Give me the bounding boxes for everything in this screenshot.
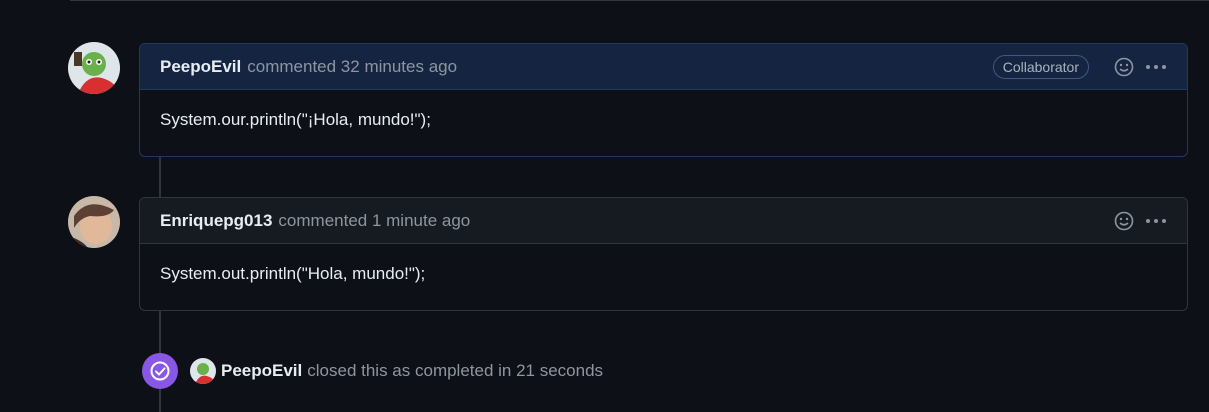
reaction-smiley-icon[interactable]: [1113, 210, 1135, 232]
top-divider: [70, 0, 1209, 1]
comment-author[interactable]: Enriquepg013: [160, 211, 272, 231]
timeline-line: [159, 311, 161, 353]
comment-card: PeepoEvil commented 32 minutes ago Colla…: [139, 43, 1188, 157]
avatar-enriquepg013[interactable]: [68, 196, 120, 248]
closed-check-circle-icon: [142, 353, 178, 389]
comment-body: System.out.println("Hola, mundo!");: [160, 264, 426, 283]
kebab-menu-icon[interactable]: [1145, 56, 1167, 78]
comment-timestamp[interactable]: commented 32 minutes ago: [247, 57, 457, 77]
comment-header: Enriquepg013 commented 1 minute ago: [140, 198, 1187, 244]
comment-header: PeepoEvil commented 32 minutes ago Colla…: [140, 44, 1187, 90]
timeline-line: [159, 389, 161, 412]
timeline-line: [159, 157, 161, 197]
comment-timestamp[interactable]: commented 1 minute ago: [278, 211, 470, 231]
kebab-menu-icon[interactable]: [1145, 210, 1167, 232]
comment-card: Enriquepg013 commented 1 minute ago Syst…: [139, 197, 1188, 311]
timeline-event-closed: PeepoEvil closed this as completed in 21…: [142, 353, 603, 389]
collaborator-badge: Collaborator: [992, 54, 1089, 79]
avatar-peepoevil[interactable]: [68, 42, 120, 94]
reaction-smiley-icon[interactable]: [1113, 56, 1135, 78]
avatar-peepoevil[interactable]: [190, 358, 216, 384]
comment-author[interactable]: PeepoEvil: [160, 57, 241, 77]
comment-body: System.our.println("¡Hola, mundo!");: [160, 110, 431, 129]
event-description: closed this as completed in 21 seconds: [307, 361, 604, 380]
event-author[interactable]: PeepoEvil: [221, 361, 302, 381]
